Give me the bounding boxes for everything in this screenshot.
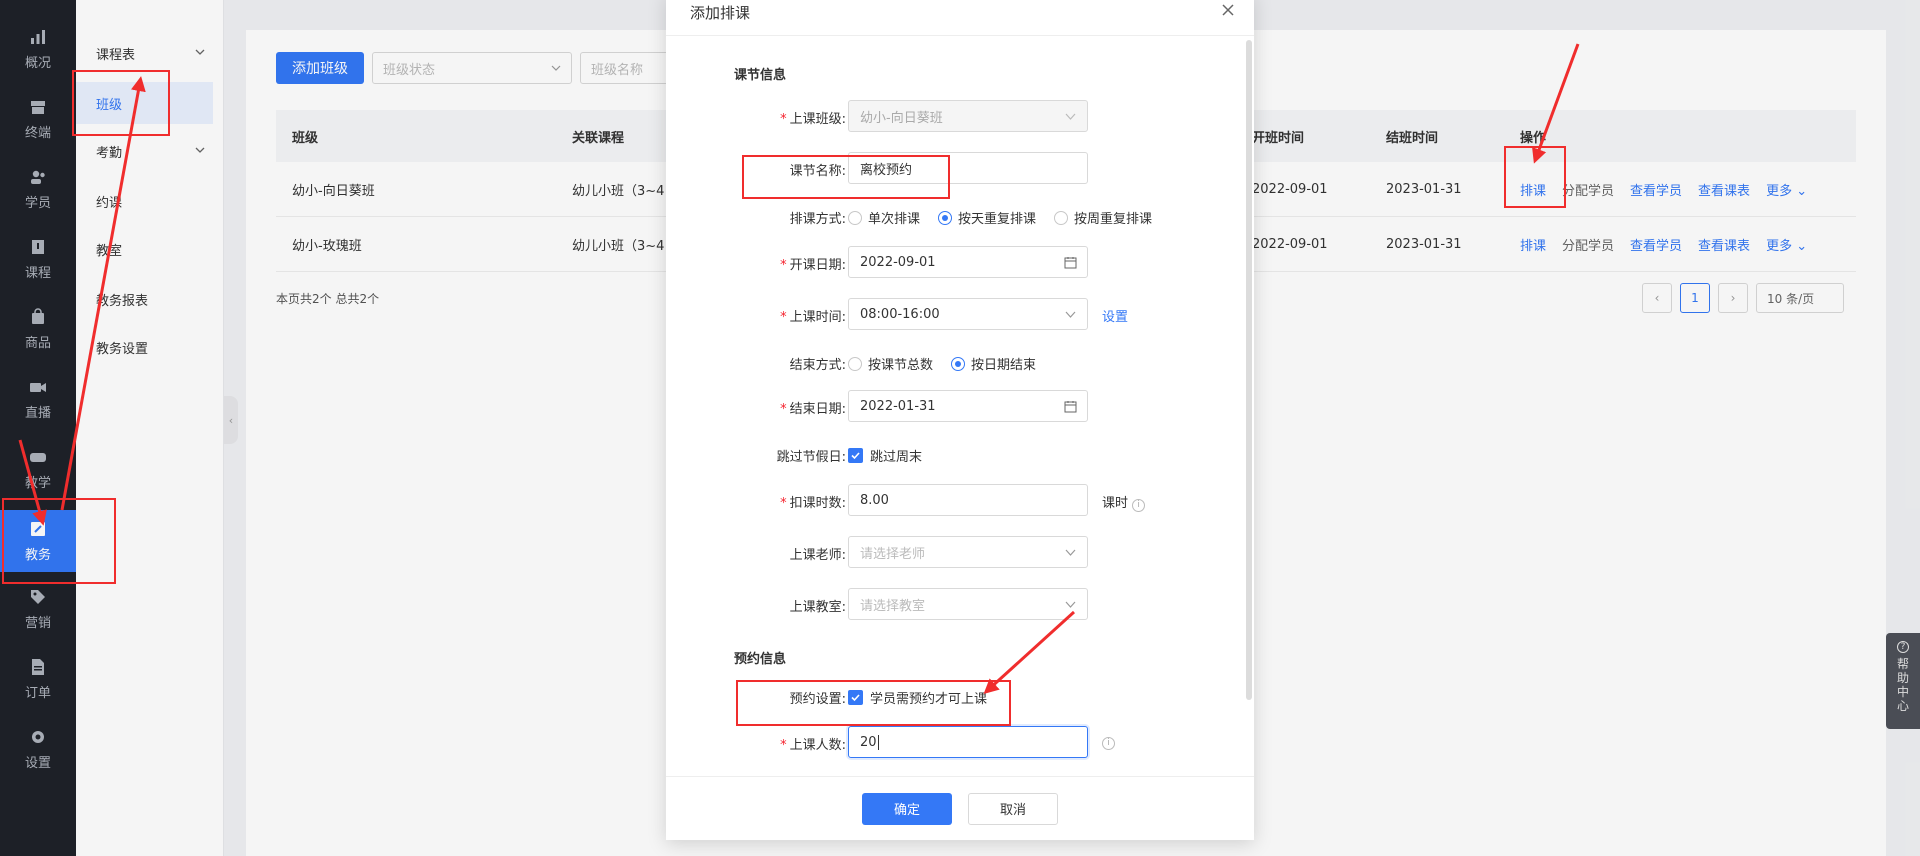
class-size-input[interactable]: 20 bbox=[848, 726, 1088, 758]
help-icon: ? bbox=[1897, 641, 1909, 653]
annotation-box-class bbox=[72, 70, 170, 136]
class-time-row: * 上课时间: 08:00-16:00 设置 bbox=[666, 298, 1254, 332]
radio-single[interactable]: 单次排课 bbox=[848, 208, 920, 227]
skip-holiday-label: 跳过节假日: bbox=[776, 450, 846, 465]
radio-weekly[interactable]: 按周重复排课 bbox=[1054, 208, 1152, 227]
class-value: 幼小-向日葵班 bbox=[860, 110, 943, 126]
classroom-select[interactable]: 请选择教室 bbox=[848, 588, 1088, 620]
class-size-value: 20 bbox=[860, 734, 877, 750]
modal-body: 课节信息 * 上课班级: 幼小-向日葵班 课节名称: 离校预约 排课方式: 单次排… bbox=[666, 36, 1254, 776]
chevron-down-icon bbox=[1065, 113, 1076, 120]
teacher-select[interactable]: 请选择老师 bbox=[848, 536, 1088, 568]
deduct-hours-row: * 扣课时数: 8.00 课时 i bbox=[666, 484, 1254, 518]
radio-by-date[interactable]: 按日期结束 bbox=[951, 354, 1036, 373]
check-icon bbox=[848, 448, 863, 463]
calendar-icon bbox=[1064, 401, 1077, 413]
class-label: * 上课班级: bbox=[780, 112, 846, 127]
section-booking-info: 预约信息 bbox=[734, 652, 787, 667]
radio-by-count[interactable]: 按课节总数 bbox=[848, 354, 933, 373]
class-time-label: * 上课时间: bbox=[780, 310, 846, 325]
class-row: * 上课班级: 幼小-向日葵班 bbox=[666, 100, 1254, 134]
help-char: 帮 bbox=[1896, 657, 1909, 671]
start-date-value: 2022-09-01 bbox=[860, 254, 936, 270]
start-date-row: * 开课日期: 2022-09-01 bbox=[666, 246, 1254, 280]
modal-header: 添加排课 bbox=[666, 0, 1254, 36]
start-date-picker[interactable]: 2022-09-01 bbox=[848, 246, 1088, 278]
class-size-label: * 上课人数: bbox=[780, 738, 846, 753]
calendar-icon bbox=[1064, 257, 1077, 269]
skip-weekend-checkbox[interactable]: 跳过周末 bbox=[848, 446, 922, 465]
modal-footer: 确定 取消 bbox=[666, 776, 1254, 840]
close-icon[interactable] bbox=[1220, 2, 1236, 18]
annotation-box-schedule bbox=[1504, 146, 1566, 208]
help-char: 助 bbox=[1896, 671, 1909, 685]
start-date-label: * 开课日期: bbox=[780, 258, 846, 273]
info-icon: i bbox=[1102, 734, 1115, 750]
skip-holiday-row: 跳过节假日: 跳过周末 bbox=[666, 438, 1254, 472]
class-time-value: 08:00-16:00 bbox=[860, 306, 940, 322]
annotation-box-booking bbox=[736, 680, 1011, 726]
deduct-unit: 课时 i bbox=[1102, 492, 1146, 512]
section-lesson-info: 课节信息 bbox=[734, 68, 787, 83]
help-char: 中 bbox=[1896, 685, 1909, 699]
classroom-placeholder: 请选择教室 bbox=[860, 598, 926, 614]
cancel-button[interactable]: 取消 bbox=[968, 792, 1058, 825]
modal-title: 添加排课 bbox=[690, 4, 751, 22]
class-time-select[interactable]: 08:00-16:00 bbox=[848, 298, 1088, 330]
chevron-down-icon bbox=[1065, 549, 1076, 556]
end-date-value: 2022-01-31 bbox=[860, 398, 936, 414]
teacher-label: 上课老师: bbox=[789, 548, 846, 563]
help-center-button[interactable]: ? 帮 助 中 心 bbox=[1886, 633, 1920, 729]
deduct-hours-label: * 扣课时数: bbox=[780, 496, 846, 511]
teacher-placeholder: 请选择老师 bbox=[860, 546, 926, 562]
time-settings-link[interactable]: 设置 bbox=[1102, 306, 1128, 325]
radio-daily[interactable]: 按天重复排课 bbox=[938, 208, 1036, 227]
schedule-mode-label: 排课方式: bbox=[789, 212, 846, 227]
teacher-row: 上课老师: 请选择老师 bbox=[666, 536, 1254, 570]
end-date-picker[interactable]: 2022-01-31 bbox=[848, 390, 1088, 422]
classroom-label: 上课教室: bbox=[789, 600, 846, 615]
annotation-box-lesson-name bbox=[742, 155, 950, 199]
end-date-row: * 结束日期: 2022-01-31 bbox=[666, 390, 1254, 424]
class-select[interactable]: 幼小-向日葵班 bbox=[848, 100, 1088, 132]
chevron-down-icon bbox=[1065, 601, 1076, 608]
class-size-row: * 上课人数: 20 i bbox=[666, 726, 1254, 760]
end-date-label: * 结束日期: bbox=[780, 402, 846, 417]
classroom-row: 上课教室: 请选择教室 bbox=[666, 588, 1254, 622]
end-mode-row: 结束方式: 按课节总数 按日期结束 bbox=[666, 346, 1254, 380]
deduct-hours-value: 8.00 bbox=[860, 492, 889, 508]
schedule-mode-row: 排课方式: 单次排课 按天重复排课 按周重复排课 bbox=[666, 200, 1254, 234]
end-mode-label: 结束方式: bbox=[789, 358, 846, 373]
info-icon: i bbox=[1132, 498, 1146, 512]
chevron-down-icon bbox=[1065, 311, 1076, 318]
deduct-hours-input[interactable]: 8.00 bbox=[848, 484, 1088, 516]
schedule-mode-radios: 单次排课 按天重复排课 按周重复排课 bbox=[848, 208, 1152, 227]
help-char: 心 bbox=[1896, 699, 1909, 713]
confirm-button[interactable]: 确定 bbox=[862, 792, 952, 825]
annotation-box-academic bbox=[2, 498, 116, 584]
end-mode-radios: 按课节总数 按日期结束 bbox=[848, 354, 1036, 373]
text-cursor bbox=[877, 734, 879, 750]
